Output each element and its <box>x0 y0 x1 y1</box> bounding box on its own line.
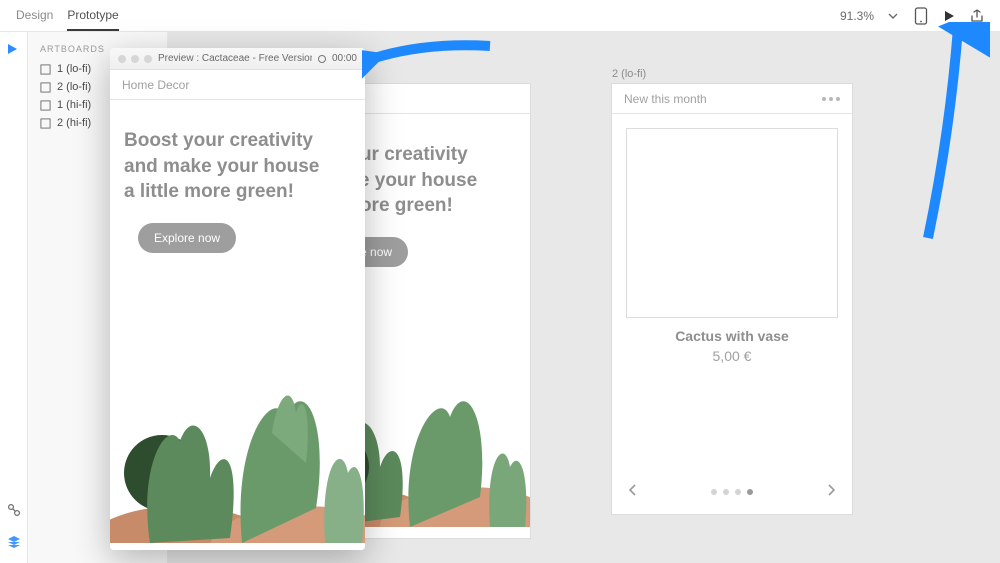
hero-line: and make your house <box>124 154 351 180</box>
artboard-icon <box>40 64 51 75</box>
preview-titlebar[interactable]: Preview : Cactaceae - Free Version 00:00 <box>110 48 365 70</box>
product-price: 5,00 € <box>626 348 838 364</box>
preview-title: Preview : Cactaceae - Free Version <box>158 53 312 64</box>
preview-window[interactable]: Preview : Cactaceae - Free Version 00:00… <box>110 48 365 550</box>
artboard-item-label: 2 (lo-fi) <box>57 81 91 93</box>
artboard-icon <box>40 118 51 129</box>
chevron-left-icon[interactable] <box>626 483 640 502</box>
tool-gutter <box>0 32 28 563</box>
layers-icon[interactable] <box>5 533 23 551</box>
more-icon[interactable] <box>822 97 840 101</box>
artboard-new-this-month[interactable]: New this month Cactus with vase 5,00 € <box>612 84 852 514</box>
artboard-item-label: 1 (hi-fi) <box>57 99 91 111</box>
chevron-down-icon[interactable] <box>884 7 902 25</box>
artboard-icon <box>40 82 51 93</box>
zoom-level[interactable]: 91.3% <box>840 9 874 23</box>
artboard-item-label: 1 (lo-fi) <box>57 63 91 75</box>
product-title: Cactus with vase <box>626 328 838 344</box>
tab-design[interactable]: Design <box>16 0 53 31</box>
explore-now-button[interactable]: Explore now <box>138 223 236 253</box>
artboard-icon <box>40 100 51 111</box>
home-marker-icon[interactable] <box>6 42 22 58</box>
preview-time: 00:00 <box>332 53 357 64</box>
tab-prototype[interactable]: Prototype <box>67 0 118 31</box>
preview-artboard[interactable]: Home Decor Boost your creativity and mak… <box>110 70 365 550</box>
play-icon[interactable] <box>940 7 958 25</box>
artboard-item-label: 2 (hi-fi) <box>57 117 91 129</box>
hero-line: Boost your creativity <box>124 128 351 154</box>
traffic-lights[interactable] <box>118 55 152 63</box>
share-icon[interactable] <box>968 7 986 25</box>
chevron-right-icon[interactable] <box>824 483 838 502</box>
hero-image <box>110 313 365 543</box>
hero-line: a little more green! <box>124 179 351 205</box>
top-toolbar: Design Prototype Cactaceae - Free Versio… <box>0 0 1000 32</box>
link-icon[interactable] <box>5 501 23 519</box>
artboard-header: New this month <box>624 92 707 106</box>
product-image-placeholder <box>626 128 838 318</box>
artboard-label: 2 (lo-fi) <box>612 68 852 80</box>
device-preview-icon[interactable] <box>912 7 930 25</box>
artboard-header: Home Decor <box>122 78 189 92</box>
record-icon[interactable] <box>318 55 326 63</box>
pagination-dots <box>711 489 753 495</box>
